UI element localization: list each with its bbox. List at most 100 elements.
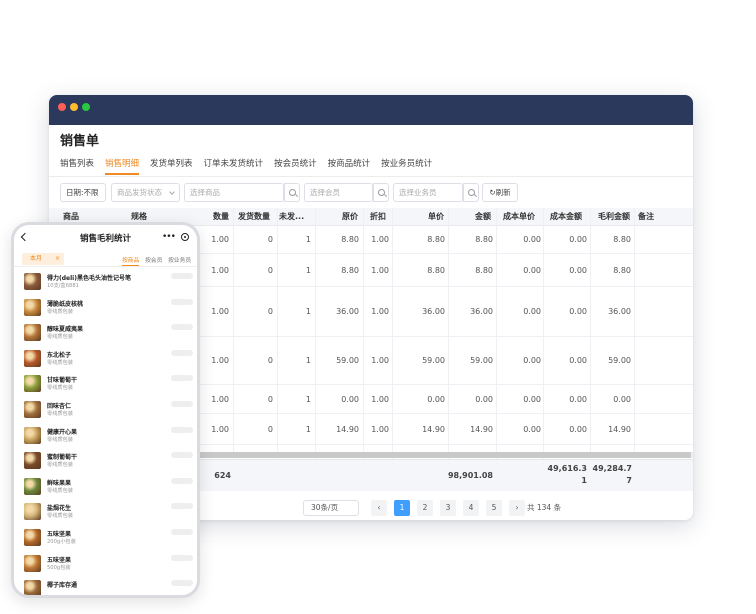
- col-orig-price[interactable]: 原价: [342, 208, 358, 226]
- search-icon: [288, 189, 296, 196]
- cell-orig-price: 14.90: [336, 424, 359, 434]
- list-item[interactable]: 得力(deli)黑色毛头油性记号笔 10支/盒6881: [14, 270, 197, 295]
- list-item[interactable]: 薄脆纸皮核桃 零线质包装: [14, 296, 197, 321]
- list-item[interactable]: 五味坚果 200g小包装: [14, 526, 197, 551]
- salesman-search-button[interactable]: [463, 183, 479, 202]
- col-cost-amount[interactable]: 成本金额: [550, 208, 582, 226]
- cell-orig-price: 0.00: [341, 394, 359, 404]
- item-value-placeholder: [171, 375, 193, 382]
- refresh-label: 刷新: [495, 188, 511, 197]
- product-thumbnail: [24, 298, 41, 316]
- item-value-placeholder: [171, 324, 193, 331]
- product-thumbnail: [24, 375, 41, 393]
- item-value-placeholder: [171, 580, 193, 587]
- list-item[interactable]: 醇味夏威夷果 零线质包装: [14, 321, 197, 346]
- cell-cost-amount: 0.00: [569, 424, 587, 434]
- product-thumbnail: [24, 503, 41, 521]
- page-3-button[interactable]: 3: [440, 500, 456, 516]
- cell-unshipped: 1: [305, 307, 311, 316]
- maximize-window-button[interactable]: [82, 103, 90, 111]
- cell-amount: 8.80: [475, 235, 493, 244]
- horizontal-scrollbar-thumb[interactable]: [199, 452, 691, 458]
- cell-unit-price: 36.00: [422, 307, 445, 316]
- cell-shipped: 0: [267, 307, 273, 316]
- cell-amount: 59.00: [470, 356, 493, 365]
- member-search-input[interactable]: 选择会员: [304, 183, 373, 202]
- date-filter[interactable]: 日期:不限: [60, 183, 106, 202]
- item-spec: 零线质包装: [47, 385, 73, 392]
- page-size-select[interactable]: 30条/页: [303, 500, 359, 516]
- col-qty[interactable]: 数量: [213, 208, 229, 226]
- more-icon[interactable]: •••: [162, 232, 176, 242]
- list-item[interactable]: 健康开心果 零线质包装: [14, 424, 197, 449]
- list-item[interactable]: 甘味葡萄干 零线质包装: [14, 372, 197, 397]
- next-page-button[interactable]: ›: [509, 500, 525, 516]
- month-filter-chip[interactable]: 本月 ×: [22, 253, 64, 265]
- tab-sales-detail[interactable]: 销售明细: [105, 157, 140, 175]
- list-item[interactable]: 蜜制葡萄干 零线质包装: [14, 449, 197, 474]
- page-1-button[interactable]: 1: [394, 500, 410, 516]
- tab-sales-list[interactable]: 销售列表: [60, 157, 94, 175]
- cell-cost-amount: 0.00: [569, 235, 587, 244]
- cell-amount: 8.80: [475, 265, 493, 275]
- ship-status-select[interactable]: 商品发货状态: [111, 183, 180, 202]
- close-icon[interactable]: ×: [55, 253, 60, 265]
- col-discount[interactable]: 折扣: [370, 208, 386, 226]
- col-unshipped[interactable]: 未发...: [279, 208, 304, 226]
- col-gross-profit[interactable]: 毛利金额: [598, 208, 630, 226]
- tab-bar: 销售列表 销售明细 发货单列表 订单未发货统计 按会员统计 按商品统计 按业务员…: [60, 157, 443, 175]
- total-cost-amount: 49,616.3 1: [547, 464, 587, 485]
- list-item[interactable]: 椰子库存通: [14, 577, 197, 595]
- total-count: 共 134 条: [527, 503, 562, 512]
- mobile-divider: [14, 266, 197, 267]
- item-name: 回味杏仁: [47, 403, 72, 410]
- cell-orig-price: 8.80: [341, 235, 359, 244]
- list-item[interactable]: 东北松子 零线质包装: [14, 347, 197, 372]
- tab-by-member[interactable]: 按会员: [145, 255, 162, 264]
- tab-member-stats[interactable]: 按会员统计: [274, 157, 317, 175]
- tab-product-stats[interactable]: 按商品统计: [328, 157, 371, 175]
- cell-orig-price: 59.00: [336, 356, 359, 365]
- product-thumbnail: [24, 426, 41, 444]
- list-item[interactable]: 鲜味果果 零线质包装: [14, 475, 197, 500]
- total-qty: 624: [214, 471, 231, 480]
- salesman-search-input[interactable]: 选择业务员: [393, 183, 463, 202]
- mobile-phone-frame: 销售毛利统计 ••• 本月 × 按商品 按会员 按业务员 得力(deli)黑色毛…: [11, 222, 200, 598]
- list-item[interactable]: 盐焗花生 零线质包装: [14, 500, 197, 525]
- item-spec: 零线质包装: [47, 436, 73, 443]
- tab-delivery-list[interactable]: 发货单列表: [150, 157, 193, 175]
- tab-by-product[interactable]: 按商品: [122, 255, 140, 266]
- col-amount[interactable]: 金额: [475, 208, 491, 226]
- product-search-input[interactable]: 选择商品: [184, 183, 284, 202]
- cell-unshipped: 1: [305, 235, 311, 244]
- item-value-placeholder: [171, 477, 193, 484]
- page-4-button[interactable]: 4: [463, 500, 479, 516]
- item-spec: 零线质包装: [47, 513, 73, 520]
- cell-cost-unit: 0.00: [523, 235, 541, 244]
- page-5-button[interactable]: 5: [486, 500, 502, 516]
- col-remark[interactable]: 备注: [638, 208, 654, 226]
- item-name: 醇味夏威夷果: [47, 326, 84, 334]
- product-thumbnail: [24, 580, 41, 595]
- cell-qty: 1.00: [211, 424, 229, 434]
- tab-salesman-stats[interactable]: 按业务员统计: [381, 157, 432, 175]
- prev-page-button[interactable]: ‹: [371, 500, 387, 516]
- cell-orig-price: 36.00: [336, 307, 359, 316]
- minimize-window-button[interactable]: [70, 103, 78, 111]
- refresh-button[interactable]: ↻刷新: [482, 183, 518, 202]
- capsule-close-icon[interactable]: [181, 233, 189, 241]
- product-search-button[interactable]: [284, 183, 300, 202]
- close-window-button[interactable]: [58, 103, 66, 111]
- col-unit-price[interactable]: 单价: [428, 208, 444, 226]
- col-shipped[interactable]: 发货数量: [238, 208, 270, 226]
- product-thumbnail: [24, 349, 41, 367]
- page-2-button[interactable]: 2: [417, 500, 433, 516]
- member-search-button[interactable]: [373, 183, 389, 202]
- list-item[interactable]: 回味杏仁 零线质包装: [14, 398, 197, 423]
- tab-unshipped-stats[interactable]: 订单未发货统计: [204, 157, 264, 175]
- tab-by-salesman[interactable]: 按业务员: [168, 255, 191, 264]
- item-name: 薄脆纸皮核桃: [47, 300, 84, 308]
- cell-gross-profit: 59.00: [608, 356, 631, 365]
- col-cost-unit[interactable]: 成本单价: [503, 208, 535, 226]
- list-item[interactable]: 五味坚果 500g包装: [14, 552, 197, 577]
